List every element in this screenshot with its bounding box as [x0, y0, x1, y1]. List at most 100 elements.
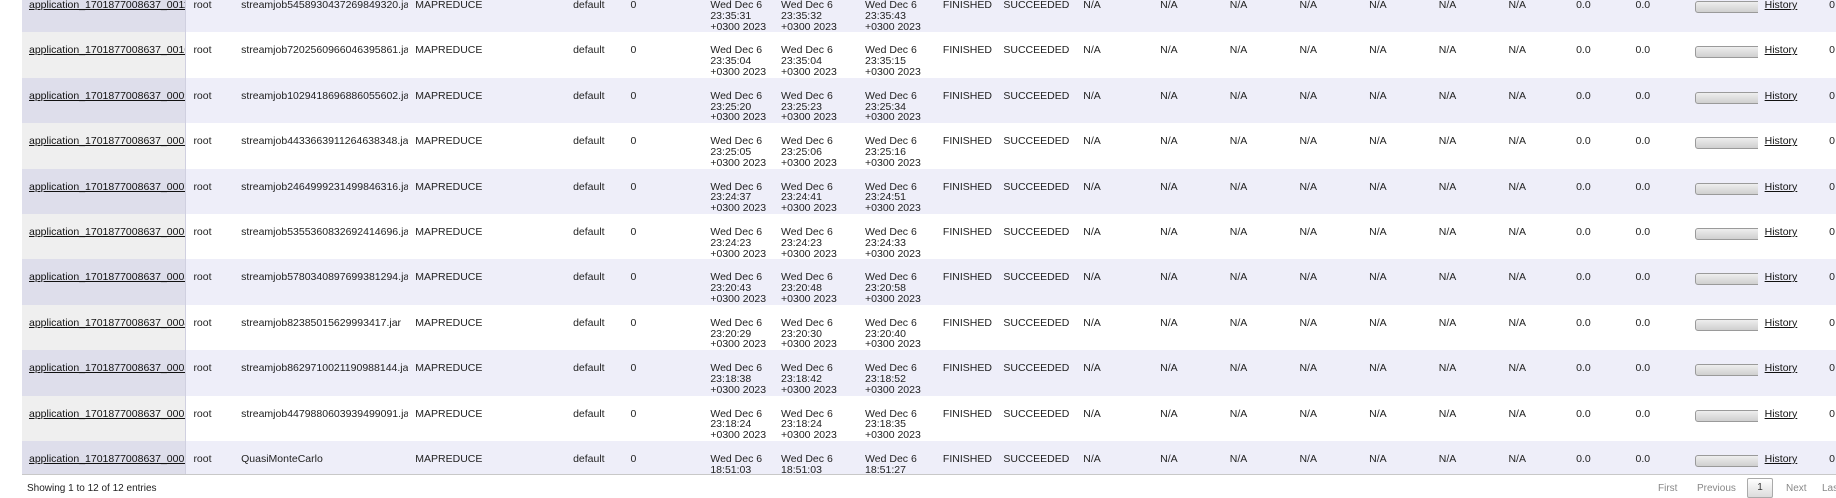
app-id-link[interactable]: application_1701877008637_0004 — [29, 317, 185, 329]
app-name-cell: streamjob1029418696886055602.jar — [234, 77, 409, 124]
user-cell: root — [185, 77, 235, 124]
blacklisted-nodes-cell: 0 — [1822, 123, 1836, 169]
reserved-gpus-cell: N/A — [1501, 0, 1570, 33]
allocated-memory-cell: N/A — [1222, 32, 1293, 78]
reserved-cpu-cell: N/A — [1292, 168, 1363, 214]
final-status-cell: SUCCEEDED — [996, 123, 1077, 169]
app-name-cell: streamjob8629710021190988144.jar — [234, 350, 409, 396]
reserved-memory-cell: N/A — [1362, 350, 1432, 396]
launch-time-cell: Wed Dec 6 23:24:41 +0300 2023 — [774, 168, 859, 214]
app-id-cell: application_1701877008637_0007 — [22, 168, 187, 214]
tracking-history-cell: History — [1757, 395, 1823, 441]
app-id-link[interactable]: application_1701877008637_0008 — [29, 135, 185, 147]
allocated-memory-cell: N/A — [1222, 304, 1293, 351]
pagination-previous-button[interactable]: Previous — [1697, 483, 1736, 494]
app-id-cell: application_1701877008637_0002 — [22, 395, 187, 441]
tracking-history-link[interactable]: History — [1765, 0, 1798, 11]
launch-time-cell: Wed Dec 6 23:18:42 +0300 2023 — [774, 350, 859, 396]
start-time-cell: Wed Dec 6 23:18:38 +0300 2023 — [703, 350, 775, 396]
final-status-cell: SUCCEEDED — [996, 168, 1077, 214]
app-id-link[interactable]: application_1701877008637_0006 — [29, 226, 185, 238]
state-cell: FINISHED — [935, 123, 997, 169]
start-time-cell: Wed Dec 6 23:35:04 +0300 2023 — [703, 32, 775, 78]
queue-percent-cell: 0.0 — [1569, 259, 1629, 305]
tracking-history-cell: History — [1757, 123, 1823, 169]
tracking-history-link[interactable]: History — [1765, 44, 1798, 56]
app-id-cell: application_1701877008637_0003 — [22, 350, 187, 396]
app-id-link[interactable]: application_1701877008637_0007 — [29, 181, 185, 193]
tracking-history-link[interactable]: History — [1765, 271, 1798, 283]
progress-bar — [1694, 1, 1758, 13]
running-containers-cell: N/A — [1076, 77, 1154, 124]
pagination-page-1-button[interactable]: 1 — [1747, 478, 1773, 498]
allocated-memory-cell: N/A — [1222, 350, 1293, 396]
app-id-link[interactable]: application_1701877008637_0001 — [29, 453, 185, 465]
launch-time-cell: Wed Dec 6 23:18:24 +0300 2023 — [774, 395, 859, 441]
state-cell: FINISHED — [935, 304, 997, 351]
pagination-first-button[interactable]: First — [1658, 483, 1677, 494]
tracking-history-link[interactable]: History — [1765, 181, 1798, 193]
reserved-gpus-cell: N/A — [1501, 32, 1570, 78]
app-id-link[interactable]: application_1701877008637_0009 — [29, 90, 185, 102]
allocated-memory-cell: N/A — [1222, 395, 1293, 441]
allocated-memory-cell: N/A — [1222, 77, 1293, 124]
reserved-cpu-cell: N/A — [1292, 350, 1363, 396]
progress-bar — [1694, 182, 1758, 195]
cluster-percent-cell: 0.0 — [1628, 77, 1688, 124]
table-row: application_1701877008637_0010 root stream… — [22, 32, 1836, 78]
priority-cell: 0 — [623, 0, 704, 33]
app-id-link[interactable]: application_1701877008637_0011 — [29, 0, 185, 11]
launch-time-cell: Wed Dec 6 23:25:23 +0300 2023 — [774, 77, 859, 124]
tracking-history-link[interactable]: History — [1765, 317, 1798, 329]
pagination-last-button[interactable]: Last — [1822, 483, 1836, 494]
app-id-link[interactable]: application_1701877008637_0010 — [29, 44, 185, 56]
app-id-link[interactable]: application_1701877008637_0005 — [29, 271, 185, 283]
finish-time-cell: Wed Dec 6 23:24:33 +0300 2023 — [858, 213, 936, 260]
reserved-cpu-cell: N/A — [1292, 77, 1363, 124]
tracking-history-link[interactable]: History — [1765, 453, 1798, 465]
start-time-cell: Wed Dec 6 23:24:23 +0300 2023 — [703, 213, 775, 260]
tracking-history-link[interactable]: History — [1765, 362, 1798, 374]
running-containers-cell: N/A — [1076, 168, 1154, 214]
finish-time-cell: Wed Dec 6 23:20:40 +0300 2023 — [858, 304, 936, 351]
finish-time-cell: Wed Dec 6 23:25:34 +0300 2023 — [858, 77, 936, 124]
cluster-percent-cell: 0.0 — [1628, 32, 1688, 78]
tracking-history-cell: History — [1757, 213, 1823, 260]
user-cell: root — [185, 32, 235, 78]
tracking-history-link[interactable]: History — [1765, 90, 1798, 102]
reserved-cpu-cell: N/A — [1292, 213, 1363, 260]
app-name-cell: streamjob7202560966046395861.jar — [234, 32, 409, 78]
allocated-gpus-cell: N/A — [1431, 395, 1502, 441]
allocated-cpu-cell: N/A — [1153, 259, 1223, 305]
tracking-history-link[interactable]: History — [1765, 226, 1798, 238]
applications-table-body: application_1701877008637_0011 root stream… — [22, 0, 1836, 487]
app-name-cell: streamjob5355360832692414696.jar — [234, 213, 409, 260]
queue-cell: default — [566, 168, 624, 214]
running-containers-cell: N/A — [1076, 0, 1154, 33]
finish-time-cell: Wed Dec 6 23:35:15 +0300 2023 — [858, 32, 936, 78]
app-id-link[interactable]: application_1701877008637_0002 — [29, 408, 185, 420]
pagination-next-button[interactable]: Next — [1786, 483, 1807, 494]
table-row: application_1701877008637_0008 root stream… — [22, 123, 1836, 169]
reserved-gpus-cell: N/A — [1501, 77, 1570, 124]
queue-cell: default — [566, 213, 624, 260]
app-id-link[interactable]: application_1701877008637_0003 — [29, 362, 185, 374]
queue-percent-cell: 0.0 — [1569, 77, 1629, 124]
progress-cell — [1687, 395, 1758, 441]
start-time-cell: Wed Dec 6 23:24:37 +0300 2023 — [703, 168, 775, 214]
table-row: application_1701877008637_0006 root stream… — [22, 213, 1836, 260]
reserved-memory-cell: N/A — [1362, 304, 1432, 351]
blacklisted-nodes-cell: 0 — [1822, 350, 1836, 396]
launch-time-cell: Wed Dec 6 23:20:48 +0300 2023 — [774, 259, 859, 305]
blacklisted-nodes-cell: 0 — [1822, 168, 1836, 214]
final-status-cell: SUCCEEDED — [996, 259, 1077, 305]
reserved-memory-cell: N/A — [1362, 123, 1432, 169]
launch-time-cell: Wed Dec 6 23:24:23 +0300 2023 — [774, 213, 859, 260]
queue-cell: default — [566, 0, 624, 33]
tracking-history-link[interactable]: History — [1765, 408, 1798, 420]
final-status-cell: SUCCEEDED — [996, 213, 1077, 260]
allocated-gpus-cell: N/A — [1431, 168, 1502, 214]
app-type-cell: MAPREDUCE — [408, 259, 567, 305]
tracking-history-link[interactable]: History — [1765, 135, 1798, 147]
queue-cell: default — [566, 32, 624, 78]
